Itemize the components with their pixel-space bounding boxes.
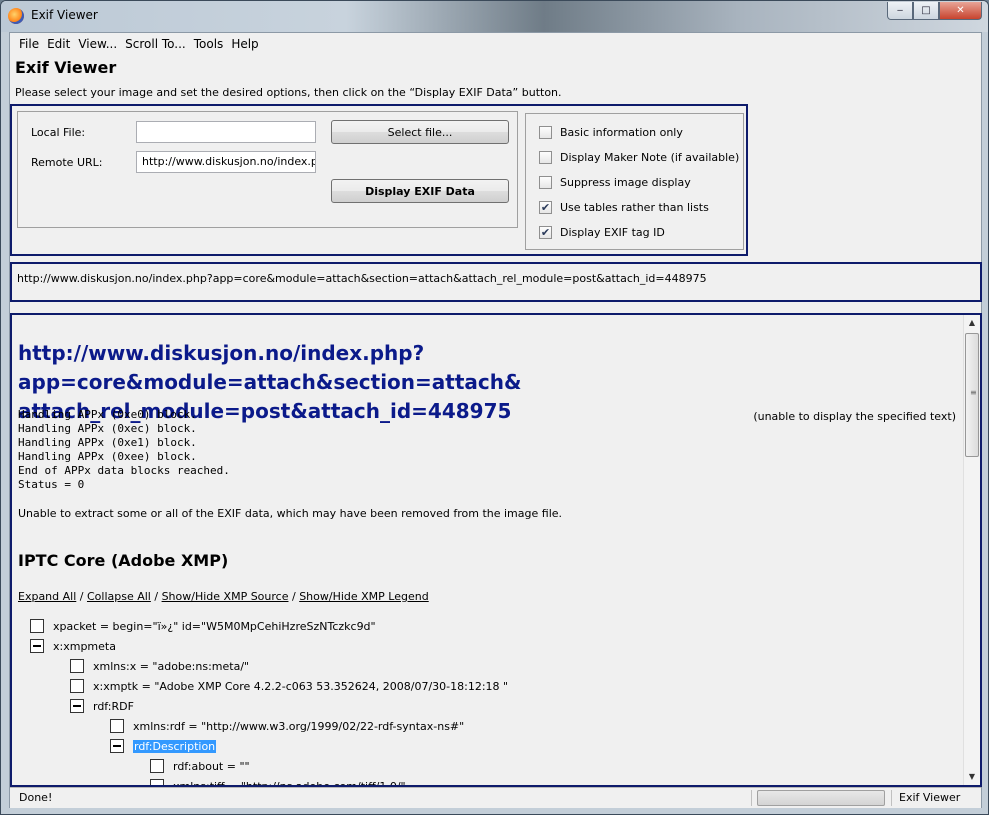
status-text: Done! <box>19 791 53 804</box>
exif-warning: Unable to extract some or all of the EXI… <box>18 507 563 520</box>
select-file-button[interactable]: Select file... <box>331 120 509 144</box>
tree-node[interactable]: x:xmptk = "Adobe XMP Core 4.2.2-c063 53.… <box>70 677 508 695</box>
leaf-box-icon <box>30 619 44 633</box>
collapse-toggle-icon[interactable] <box>30 639 44 653</box>
toggle-xmp-legend-link[interactable]: Show/Hide XMP Legend <box>299 590 429 603</box>
tree-node-label: rdf:RDF <box>93 699 134 713</box>
window-title: Exif Viewer <box>31 8 98 22</box>
minimize-button[interactable]: ‒ <box>887 2 913 20</box>
scrollbar-thumb[interactable]: ≡ <box>965 333 979 457</box>
vertical-scrollbar[interactable]: ▲ ≡ ▼ <box>963 315 980 785</box>
tree-node-label: rdf:Description <box>133 739 217 753</box>
status-app-name: Exif Viewer <box>899 791 961 804</box>
tree-node[interactable]: xmlns:rdf = "http://www.w3.org/1999/02/2… <box>110 717 464 735</box>
maker-note-checkbox[interactable] <box>539 150 552 164</box>
grip-icon: ≡ <box>970 388 977 397</box>
maximize-icon: □ <box>921 5 931 16</box>
tree-node-label: xmlns:x = "adobe:ns:meta/" <box>93 659 250 673</box>
use-tables-checkbox[interactable]: ✔ <box>539 200 552 214</box>
tree-node-label: xmlns:rdf = "http://www.w3.org/1999/02/2… <box>133 719 465 733</box>
status-separator <box>751 790 752 806</box>
options-panel: Local File: Remote URL: http://www.disku… <box>10 104 748 256</box>
local-file-label: Local File: <box>31 126 86 139</box>
progress-bar <box>757 790 885 806</box>
menu-scroll-to[interactable]: Scroll To... <box>121 36 190 52</box>
tree-node-label: xpacket = begin="ï»¿" id="W5M0MpCehiHzre… <box>53 619 376 633</box>
collapse-toggle-icon[interactable] <box>110 739 124 753</box>
menu-tools[interactable]: Tools <box>190 36 228 52</box>
leaf-box-icon <box>110 719 124 733</box>
option-basic-info[interactable]: Basic information only <box>539 124 683 140</box>
remote-url-label: Remote URL: <box>31 156 103 169</box>
use-tables-label: Use tables rather than lists <box>560 200 709 214</box>
leaf-box-icon <box>150 779 164 785</box>
scroll-up-arrow-icon[interactable]: ▲ <box>964 315 980 331</box>
unable-display-text: (unable to display the specified text) <box>753 410 956 423</box>
leaf-box-icon <box>150 759 164 773</box>
tree-node-label: rdf:about = "" <box>173 759 250 773</box>
tag-id-label: Display EXIF tag ID <box>560 225 665 239</box>
current-url-text: http://www.diskusjon.no/index.php?app=co… <box>17 272 707 285</box>
client-area: File Edit View... Scroll To... Tools Hel… <box>9 32 982 808</box>
menu-view[interactable]: View... <box>74 36 121 52</box>
title-bar[interactable]: Exif Viewer ‒ □ ✕ <box>1 1 988 32</box>
tag-id-checkbox[interactable]: ✔ <box>539 225 552 239</box>
xmp-links: Expand All / Collapse All / Show/Hide XM… <box>18 590 429 603</box>
option-use-tables[interactable]: ✔ Use tables rather than lists <box>539 199 709 215</box>
tree-node[interactable]: rdf:about = "" <box>150 757 250 775</box>
output-panel[interactable]: http://www.diskusjon.no/index.php?app=co… <box>10 313 982 787</box>
tree-node[interactable]: xmlns:tiff = "http://ns.adobe.com/tiff/1… <box>150 777 406 787</box>
toggle-xmp-source-link[interactable]: Show/Hide XMP Source <box>162 590 289 603</box>
tree-node[interactable]: x:xmpmeta <box>30 637 116 655</box>
status-separator <box>891 790 892 806</box>
display-exif-button[interactable]: Display EXIF Data <box>331 179 509 203</box>
collapse-toggle-icon[interactable] <box>70 699 84 713</box>
menu-edit[interactable]: Edit <box>43 36 74 52</box>
basic-info-label: Basic information only <box>560 125 683 139</box>
tree-node-label: x:xmptk = "Adobe XMP Core 4.2.2-c063 53.… <box>93 679 509 693</box>
option-suppress-image[interactable]: Suppress image display <box>539 174 691 190</box>
current-url-panel: http://www.diskusjon.no/index.php?app=co… <box>10 262 982 302</box>
instructions-text: Please select your image and set the des… <box>15 86 562 99</box>
leaf-box-icon <box>70 679 84 693</box>
tree-node-label: x:xmpmeta <box>53 639 116 653</box>
parser-log: Handling APPx (0xe0) block. Handling APP… <box>18 408 230 491</box>
tree-node[interactable]: xmlns:x = "adobe:ns:meta/" <box>70 657 249 675</box>
tree-node[interactable]: rdf:RDF <box>70 697 134 715</box>
result-heading-line-1: http://www.diskusjon.no/index.php?app=co… <box>18 341 522 394</box>
remote-url-field[interactable]: http://www.diskusjon.no/index.pl <box>136 151 316 173</box>
suppress-image-checkbox[interactable] <box>539 175 552 189</box>
tree-node-label: xmlns:tiff = "http://ns.adobe.com/tiff/1… <box>173 779 406 787</box>
local-file-field[interactable] <box>136 121 316 143</box>
maximize-button[interactable]: □ <box>913 2 939 20</box>
display-options-group: Basic information only Display Maker Not… <box>525 113 744 250</box>
option-tag-id[interactable]: ✔ Display EXIF tag ID <box>539 224 665 240</box>
collapse-all-link[interactable]: Collapse All <box>87 590 151 603</box>
tree-node[interactable]: xpacket = begin="ï»¿" id="W5M0MpCehiHzre… <box>30 617 376 635</box>
app-window: Exif Viewer ‒ □ ✕ File Edit View... Scro… <box>0 0 989 815</box>
close-icon: ✕ <box>956 5 965 16</box>
firefox-icon <box>8 8 24 24</box>
status-bar: Done! Exif Viewer <box>10 787 981 808</box>
close-button[interactable]: ✕ <box>939 2 982 20</box>
minimize-icon: ‒ <box>896 5 904 16</box>
leaf-box-icon <box>70 659 84 673</box>
iptc-heading: IPTC Core (Adobe XMP) <box>18 551 229 570</box>
option-maker-note[interactable]: Display Maker Note (if available) <box>539 149 739 165</box>
page-title: Exif Viewer <box>15 58 117 77</box>
tree-node[interactable]: rdf:Description <box>110 737 217 755</box>
menu-help[interactable]: Help <box>227 36 262 52</box>
menu-bar: File Edit View... Scroll To... Tools Hel… <box>15 36 263 52</box>
suppress-image-label: Suppress image display <box>560 175 691 189</box>
scroll-down-arrow-icon[interactable]: ▼ <box>964 769 980 785</box>
expand-all-link[interactable]: Expand All <box>18 590 76 603</box>
file-input-group: Local File: Remote URL: http://www.disku… <box>17 111 518 228</box>
maker-note-label: Display Maker Note (if available) <box>560 150 740 164</box>
basic-info-checkbox[interactable] <box>539 125 552 139</box>
menu-file[interactable]: File <box>15 36 43 52</box>
